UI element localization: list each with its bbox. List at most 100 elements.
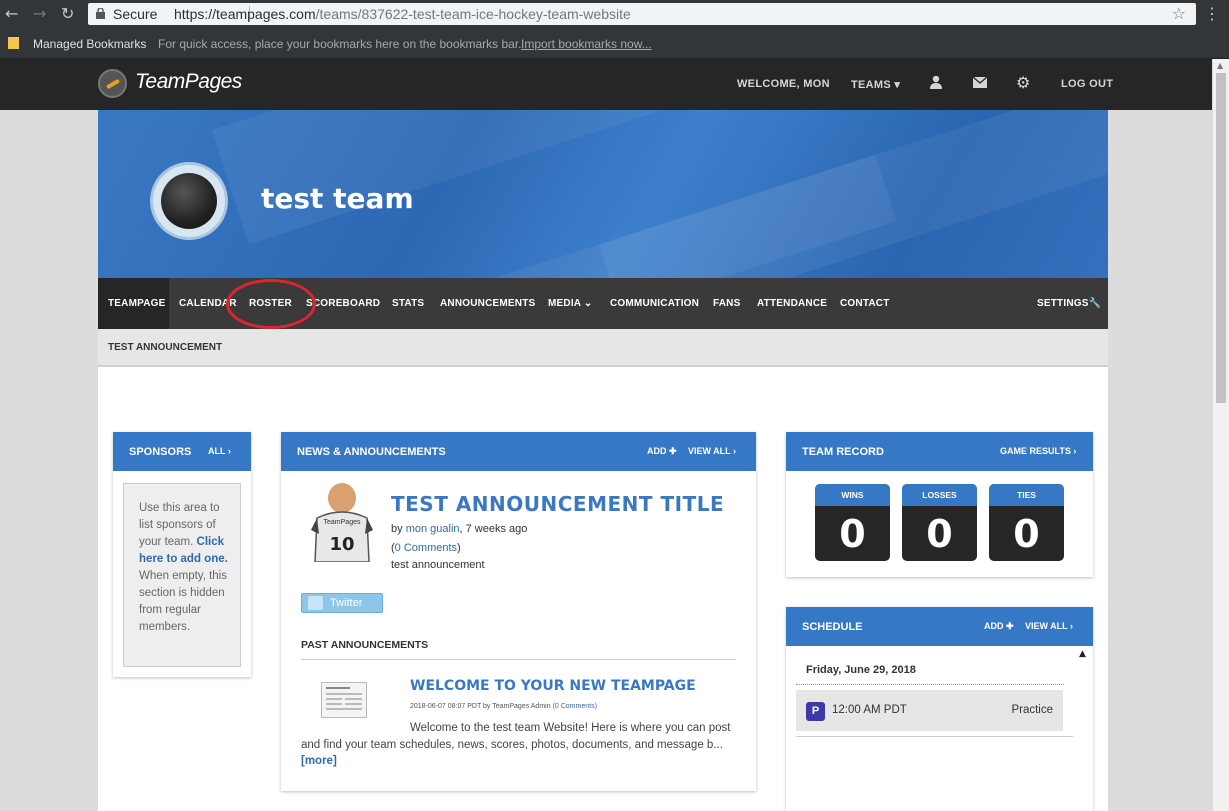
bookmark-star-icon[interactable]: ☆ [1172, 4, 1186, 23]
site-logo[interactable]: TeamPages [135, 70, 242, 94]
schedule-add-button[interactable]: ADD ✚ [984, 621, 1014, 632]
schedule-date: Friday, June 29, 2018 [806, 664, 916, 676]
divider [796, 684, 1064, 685]
team-record-panel: TEAM RECORD GAME RESULTS › WINS 0 LOSSES… [786, 432, 1093, 577]
schedule-title: SCHEDULE [802, 621, 863, 633]
byline-ago: , 7 weeks ago [459, 523, 528, 535]
wins-label: WINS [815, 484, 890, 506]
schedule-view-all-link[interactable]: VIEW ALL › [1025, 621, 1073, 631]
team-banner: test team [98, 110, 1108, 278]
forward-icon[interactable]: → [33, 4, 46, 24]
wins-card: WINS 0 [815, 484, 890, 561]
address-bar[interactable]: Secure https://teampages.com/teams/83762… [88, 3, 1196, 25]
nav-teampage[interactable]: TEAMPAGE [98, 278, 169, 329]
ticker-text[interactable]: TEST ANNOUNCEMENT [108, 342, 222, 353]
bookmarks-bar: Managed Bookmarks For quick access, plac… [0, 28, 1229, 59]
game-results-link[interactable]: GAME RESULTS › [1000, 446, 1076, 456]
back-icon[interactable]: ← [5, 4, 18, 24]
scroll-thumb[interactable] [1216, 73, 1226, 403]
twitter-button[interactable]: Twitter [301, 593, 383, 613]
nav-communication[interactable]: COMMUNICATION [610, 278, 699, 329]
nav-settings-label: SETTINGS [1037, 298, 1089, 309]
announcement-headline[interactable]: TEST ANNOUNCEMENT TITLE [391, 492, 724, 516]
team-record-header: TEAM RECORD GAME RESULTS › [786, 432, 1093, 471]
schedule-event[interactable]: P 12:00 AM PDT Practice [796, 690, 1063, 731]
read-more-link[interactable]: [more] [301, 755, 337, 767]
wrench-icon: 🔧 [1088, 298, 1102, 309]
nav-settings[interactable]: SETTINGS🔧 [1037, 278, 1101, 329]
event-type: Practice [1011, 704, 1053, 716]
roster-highlight-circle [226, 279, 316, 329]
news-panel: NEWS & ANNOUNCEMENTS ADD ✚ VIEW ALL › Te… [281, 432, 756, 791]
url-host: https://teampages.com [174, 6, 316, 22]
past-announcement-meta: 2018-06-07 08:07 PDT by TeamPages Admin … [410, 703, 597, 710]
nav-scoreboard[interactable]: SCOREBOARD [306, 278, 380, 329]
nav-attendance[interactable]: ATTENDANCE [757, 278, 827, 329]
announcement-ticker: TEST ANNOUNCEMENT [98, 329, 1108, 367]
past-announcements-title: PAST ANNOUNCEMENTS [301, 639, 429, 651]
divider [301, 659, 736, 660]
scroll-up-arrow-icon[interactable]: ▲ [1217, 61, 1223, 70]
past-meta-text: 2018-06-07 08:07 PDT by TeamPages Admin [410, 703, 551, 710]
ties-value: 0 [1013, 512, 1040, 556]
import-bookmarks-link[interactable]: Import bookmarks now... [521, 37, 652, 51]
comments-link[interactable]: 0 Comments [395, 542, 457, 554]
sponsors-panel: SPONSORS ALL › Use this area to list spo… [113, 432, 251, 677]
sponsors-empty-box: Use this area to list sponsors of your t… [123, 483, 241, 667]
losses-value: 0 [926, 512, 953, 556]
secure-label: Secure [113, 6, 158, 22]
sponsors-title: SPONSORS [129, 446, 192, 458]
twitter-icon [308, 596, 323, 610]
mail-icon[interactable] [973, 77, 987, 88]
svg-text:TeamPages: TeamPages [324, 519, 361, 526]
scroll-up-icon[interactable]: ▲ [1079, 649, 1086, 659]
svg-text:10: 10 [329, 534, 354, 555]
sponsors-text-2: When empty, this section is hidden from … [139, 570, 227, 633]
folder-icon [8, 37, 19, 49]
player-avatar-icon: TeamPages 10 [311, 483, 373, 562]
past-announcement-headline[interactable]: WELCOME TO YOUR NEW TEAMPAGE [410, 678, 696, 694]
logout-link[interactable]: LOG OUT [1061, 78, 1113, 90]
ties-card: TIES 0 [989, 484, 1064, 561]
announcement-body: test announcement [391, 559, 485, 571]
news-add-button[interactable]: ADD ✚ [647, 446, 677, 457]
teampages-logo-icon[interactable] [98, 69, 127, 98]
nav-media-label: MEDIA [548, 298, 581, 309]
divider [796, 736, 1073, 737]
nav-media[interactable]: MEDIA ⌄ [548, 278, 592, 329]
newspaper-icon [321, 682, 367, 718]
news-header: NEWS & ANNOUNCEMENTS ADD ✚ VIEW ALL › [281, 432, 756, 471]
schedule-panel: SCHEDULE ADD ✚ VIEW ALL › ▲ Friday, June… [786, 607, 1093, 811]
reload-icon[interactable]: ↻ [61, 4, 74, 24]
bookmarks-hint: For quick access, place your bookmarks h… [158, 37, 522, 51]
announcement-byline: by mon gualin, 7 weeks ago [391, 523, 527, 535]
page-scrollbar[interactable]: ▲ [1212, 59, 1229, 811]
teams-dropdown[interactable]: TEAMS ▾ [851, 78, 900, 91]
news-view-all-link[interactable]: VIEW ALL › [688, 446, 736, 456]
gear-icon[interactable]: ⚙ [1016, 73, 1030, 92]
schedule-header: SCHEDULE ADD ✚ VIEW ALL › [786, 607, 1093, 646]
welcome-user[interactable]: WELCOME, MON [737, 78, 830, 90]
url-path: /teams/837622-test-team-ice-hockey-team-… [315, 6, 631, 22]
lock-icon [96, 8, 105, 19]
twitter-label: Twitter [330, 597, 363, 609]
chevron-down-icon: ⌄ [583, 298, 593, 309]
browser-menu-icon[interactable]: ⋮ [1204, 4, 1220, 23]
nav-contact[interactable]: CONTACT [840, 278, 890, 329]
nav-stats[interactable]: STATS [392, 278, 424, 329]
nav-fans[interactable]: FANS [713, 278, 740, 329]
nav-announcements[interactable]: ANNOUNCEMENTS [440, 278, 535, 329]
sponsors-all-link[interactable]: ALL › [208, 446, 231, 456]
news-title: NEWS & ANNOUNCEMENTS [297, 446, 446, 458]
site-header: TeamPages WELCOME, MON TEAMS ▾ ⚙ LOG OUT [0, 59, 1212, 110]
managed-bookmarks[interactable]: Managed Bookmarks [33, 37, 146, 51]
author-link[interactable]: mon gualin [406, 523, 460, 535]
wins-value: 0 [839, 512, 866, 556]
past-comments-link[interactable]: (0 Comments) [553, 703, 597, 710]
team-logo[interactable] [150, 162, 228, 240]
comments-count: (0 Comments) [391, 542, 461, 554]
hockey-puck-icon [161, 173, 217, 229]
team-record-title: TEAM RECORD [802, 446, 884, 458]
user-icon[interactable] [929, 75, 943, 89]
url-text: https://teampages.com/teams/837622-test-… [174, 6, 631, 22]
